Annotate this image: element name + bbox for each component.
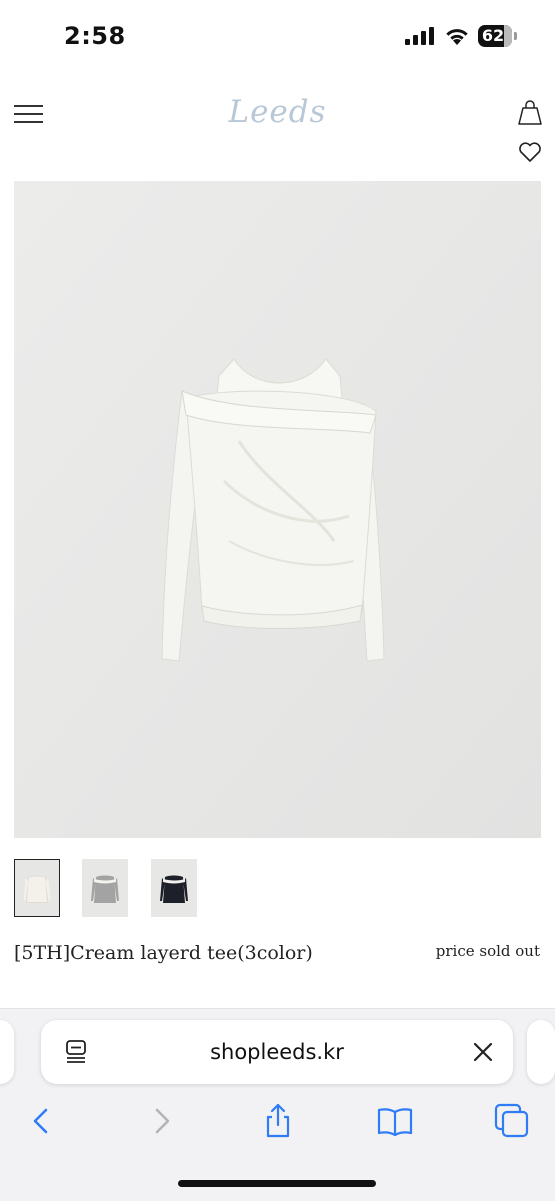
- product-price: price sold out: [435, 942, 540, 960]
- share-button[interactable]: [260, 1103, 296, 1139]
- page-format-icon[interactable]: [65, 1040, 87, 1064]
- product-main-image[interactable]: [14, 181, 541, 838]
- battery-percent: 62: [481, 26, 505, 45]
- back-button[interactable]: [24, 1103, 60, 1139]
- thumbnail-grey-image: [82, 859, 128, 917]
- heart-icon[interactable]: [518, 141, 542, 163]
- product-photo-tee: [14, 181, 541, 838]
- tabs-button[interactable]: [494, 1103, 530, 1139]
- cellular-signal-icon: [405, 27, 434, 45]
- shopping-bag-icon[interactable]: [518, 100, 542, 126]
- battery-indicator: 62: [478, 25, 518, 47]
- status-bar: 2:58 62: [0, 0, 555, 70]
- thumbnail-black-image: [151, 859, 197, 917]
- bookmarks-button[interactable]: [377, 1103, 413, 1139]
- site-logo[interactable]: Leeds: [200, 94, 355, 130]
- thumbnail-black[interactable]: [151, 859, 197, 917]
- previous-tab-pill[interactable]: [0, 1020, 14, 1084]
- home-indicator[interactable]: [178, 1180, 376, 1187]
- wifi-icon: [446, 29, 468, 45]
- status-time: 2:58: [64, 22, 126, 50]
- url-text[interactable]: shopleeds.kr: [121, 1040, 433, 1064]
- chevron-right-icon: [155, 1108, 170, 1134]
- product-name: [5TH]Cream layerd tee(3color): [14, 942, 313, 964]
- forward-button[interactable]: [143, 1103, 179, 1139]
- close-icon[interactable]: [473, 1042, 493, 1062]
- thumbnail-grey[interactable]: [82, 859, 128, 917]
- next-tab-pill[interactable]: [527, 1020, 555, 1084]
- address-bar[interactable]: shopleeds.kr: [41, 1020, 513, 1084]
- thumbnail-cream[interactable]: [14, 859, 60, 917]
- tabs-icon: [494, 1103, 529, 1138]
- hamburger-menu-icon[interactable]: [14, 105, 44, 125]
- book-icon: [377, 1108, 413, 1137]
- thumbnail-cream-image: [15, 860, 59, 916]
- chevron-left-icon: [33, 1108, 48, 1134]
- share-icon: [266, 1103, 290, 1138]
